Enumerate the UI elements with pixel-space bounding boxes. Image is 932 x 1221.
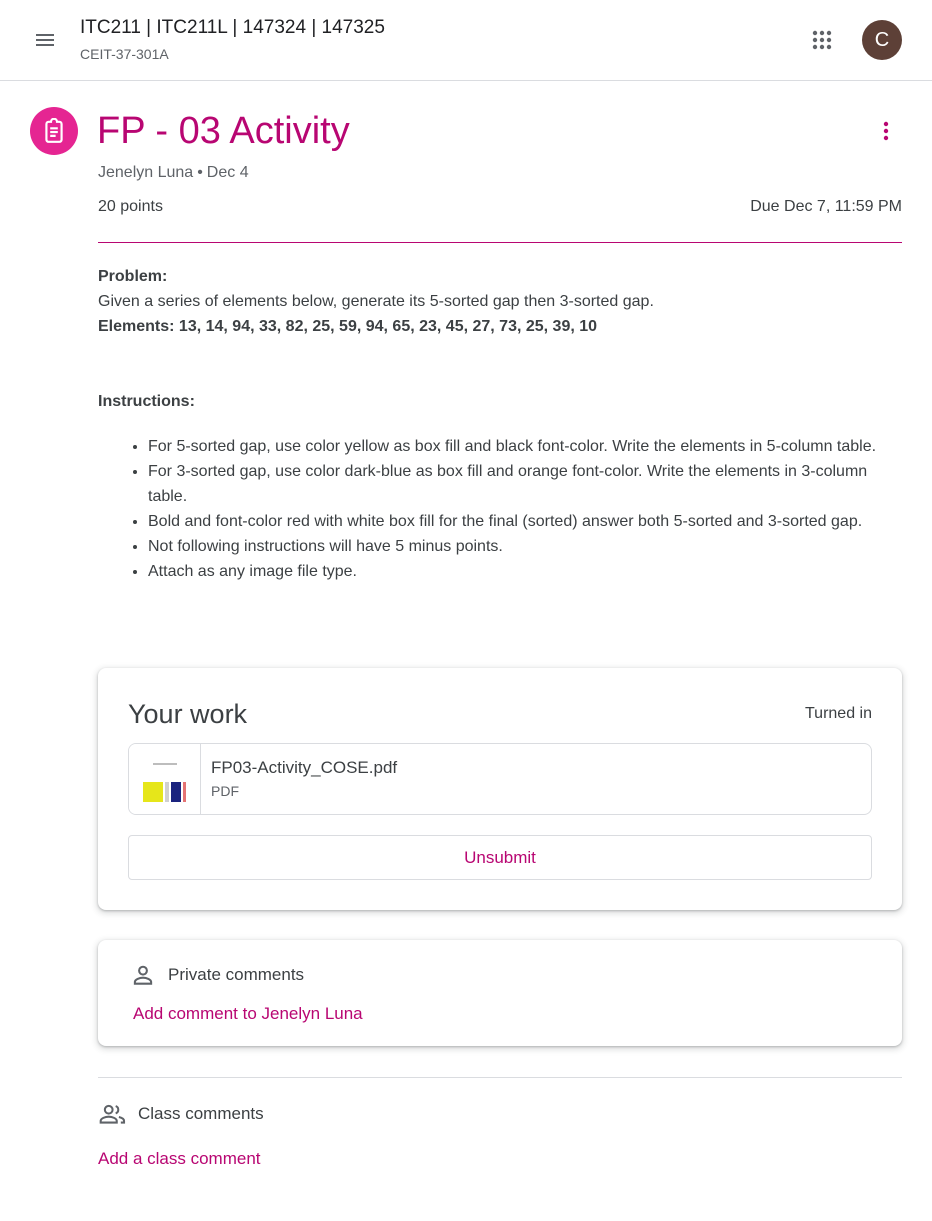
people-icon xyxy=(99,1104,126,1124)
instructions-list: For 5-sorted gap, use color yellow as bo… xyxy=(98,434,902,584)
meta-separator: • xyxy=(197,164,203,181)
instruction-item: Not following instructions will have 5 m… xyxy=(148,534,902,559)
submission-status: Turned in xyxy=(805,705,872,722)
pdf-thumbnail xyxy=(129,744,201,814)
assignment-title: FP - 03 Activity xyxy=(97,110,350,152)
instruction-item: For 5-sorted gap, use color yellow as bo… xyxy=(148,434,902,459)
class-section: CEIT-37-301A xyxy=(80,46,169,62)
author-name: Jenelyn Luna xyxy=(98,164,194,181)
assignment-meta: Jenelyn Luna • Dec 4 xyxy=(98,164,249,182)
attachment-type: PDF xyxy=(211,783,239,799)
unsubmit-button[interactable]: Unsubmit xyxy=(128,835,872,880)
assignment-clipboard-icon xyxy=(45,118,63,143)
instructions-label: Instructions: xyxy=(98,393,195,410)
elements-text: Elements: 13, 14, 94, 33, 82, 25, 59, 94… xyxy=(98,318,598,335)
problem-label: Problem: xyxy=(98,268,168,285)
top-app-bar: ITC211 | ITC211L | 147324 | 147325 CEIT-… xyxy=(0,0,932,81)
problem-text: Given a series of elements below, genera… xyxy=(98,293,654,310)
private-comments-card: Private comments Add comment to Jenelyn … xyxy=(98,940,902,1046)
hamburger-menu-icon xyxy=(36,34,54,46)
class-comments-divider xyxy=(98,1077,902,1078)
google-apps-button[interactable] xyxy=(798,16,846,64)
instruction-item: Bold and font-color red with white box f… xyxy=(148,509,902,534)
class-comments-label: Class comments xyxy=(138,1104,264,1123)
header-divider xyxy=(98,242,902,243)
your-work-card: Your work Turned in FP03-Activity_COSE.p… xyxy=(98,668,902,910)
assignment-icon-badge xyxy=(30,107,78,155)
account-avatar[interactable]: C xyxy=(862,20,902,60)
google-apps-grid-icon xyxy=(812,30,832,50)
points-value: 20 points xyxy=(98,198,163,215)
more-options-button[interactable] xyxy=(866,111,906,151)
instruction-item: Attach as any image file type. xyxy=(148,559,902,584)
main-menu-button[interactable] xyxy=(21,16,69,64)
assignment-description: Problem: Given a series of elements belo… xyxy=(98,264,902,584)
due-date: Due Dec 7, 11:59 PM xyxy=(750,198,902,215)
add-private-comment-link[interactable]: Add comment to Jenelyn Luna xyxy=(133,1004,363,1024)
attachment-card[interactable]: FP03-Activity_COSE.pdf PDF xyxy=(128,743,872,815)
private-comments-label: Private comments xyxy=(168,965,305,984)
attachment-name: FP03-Activity_COSE.pdf xyxy=(211,758,398,777)
person-icon xyxy=(133,965,153,985)
add-class-comment-link[interactable]: Add a class comment xyxy=(98,1149,261,1169)
instruction-item: For 3-sorted gap, use color dark-blue as… xyxy=(148,459,902,509)
posted-date: Dec 4 xyxy=(206,164,249,181)
more-vert-icon xyxy=(883,121,889,141)
class-title[interactable]: ITC211 | ITC211L | 147324 | 147325 xyxy=(80,17,385,39)
your-work-title: Your work xyxy=(128,699,248,729)
